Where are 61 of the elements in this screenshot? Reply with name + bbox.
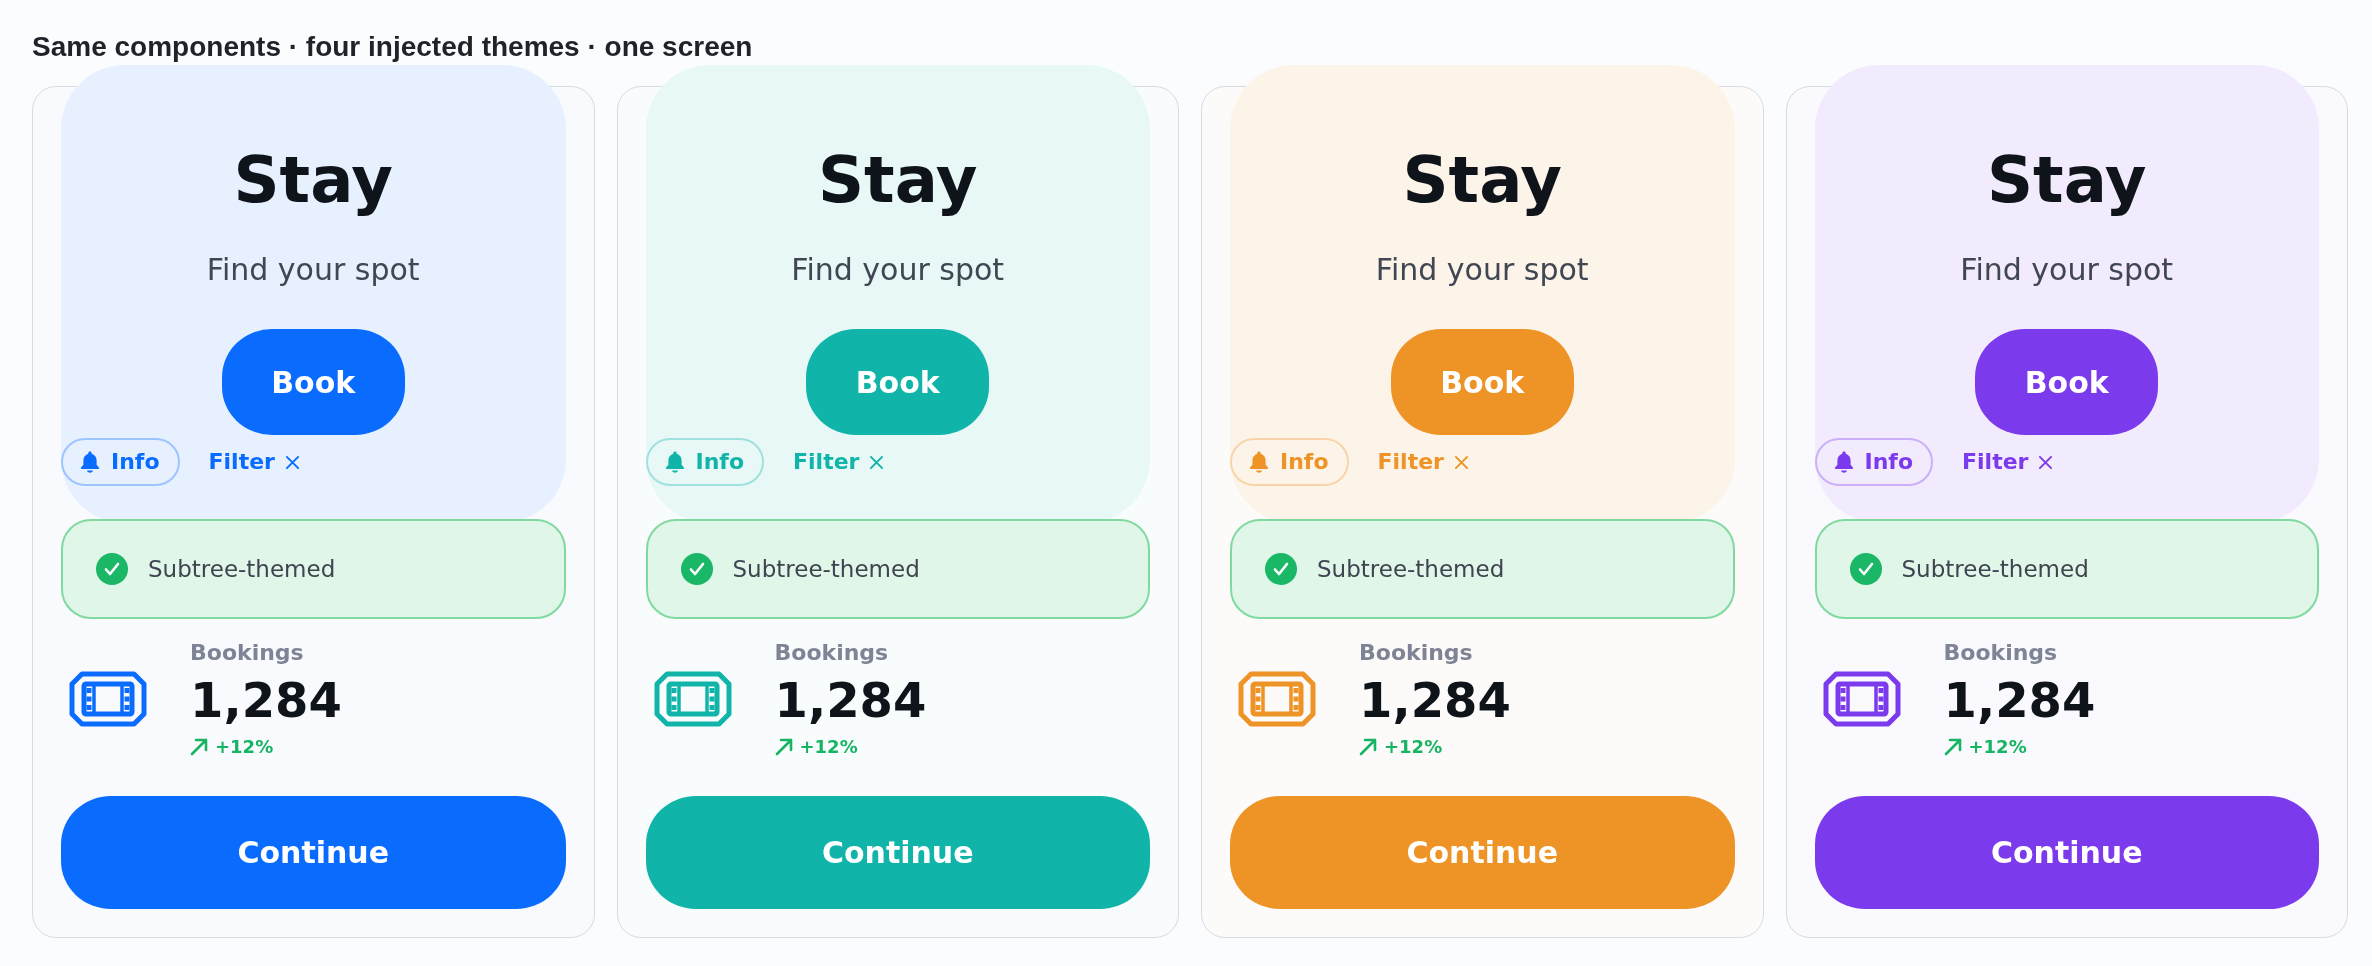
status-text: Subtree-themed bbox=[1901, 556, 2089, 582]
bell-icon bbox=[1832, 450, 1855, 474]
trend-up-icon bbox=[1943, 738, 1962, 756]
filter-chip[interactable]: Filter bbox=[1962, 449, 2054, 475]
info-chip[interactable]: Info bbox=[1230, 438, 1349, 486]
trend-up-icon bbox=[190, 738, 208, 756]
check-circle-icon bbox=[96, 553, 128, 585]
check-circle-icon bbox=[1265, 553, 1297, 585]
book-button[interactable]: Book bbox=[806, 329, 990, 435]
continue-button[interactable]: Continue bbox=[61, 796, 566, 909]
hero-subtitle: Find your spot bbox=[1375, 252, 1589, 288]
stat-label: Bookings bbox=[1943, 640, 2058, 666]
check-circle-icon bbox=[680, 553, 713, 585]
stat-label: Bookings bbox=[190, 640, 304, 666]
hero-title: Stay bbox=[233, 142, 394, 218]
trend-up-icon bbox=[1359, 738, 1377, 756]
book-button[interactable]: Book bbox=[221, 329, 405, 435]
filter-chip[interactable]: Filter bbox=[1377, 449, 1469, 475]
continue-button[interactable]: Continue bbox=[1230, 796, 1735, 909]
film-ticket-icon bbox=[653, 671, 732, 727]
filter-chip[interactable]: Filter bbox=[793, 449, 885, 475]
status-text: Subtree-themed bbox=[1317, 556, 1505, 582]
book-button[interactable]: Book bbox=[1390, 329, 1574, 435]
check-circle-icon bbox=[1849, 553, 1882, 585]
trend-up-icon bbox=[774, 738, 793, 756]
bell-icon bbox=[1248, 450, 1270, 474]
continue-button[interactable]: Continue bbox=[1814, 796, 2319, 909]
stat-value: 1,284 bbox=[1359, 672, 1511, 728]
book-button[interactable]: Book bbox=[1975, 329, 2159, 435]
info-chip[interactable]: Info bbox=[61, 438, 180, 486]
status-text: Subtree-themed bbox=[148, 556, 336, 582]
hero-title: Stay bbox=[1402, 142, 1563, 218]
film-ticket-icon bbox=[1822, 671, 1901, 727]
hero-subtitle: Find your spot bbox=[1960, 252, 2174, 288]
stat-change: +12% bbox=[1384, 736, 1443, 758]
hero-title: Stay bbox=[1986, 142, 2147, 218]
page-heading: Same components · four injected themes · one screen bbox=[32, 31, 753, 63]
hero-subtitle: Find your spot bbox=[791, 252, 1005, 288]
stat-value: 1,284 bbox=[190, 672, 342, 728]
bell-icon bbox=[663, 450, 686, 474]
film-ticket-icon bbox=[1238, 671, 1316, 727]
close-icon[interactable] bbox=[1453, 454, 1469, 470]
hero-subtitle: Find your spot bbox=[206, 252, 420, 288]
stat-change: +12% bbox=[1968, 736, 2027, 758]
close-icon[interactable] bbox=[2038, 454, 2054, 470]
stat-label: Bookings bbox=[1359, 640, 1473, 666]
continue-button[interactable]: Continue bbox=[645, 796, 1150, 909]
close-icon[interactable] bbox=[284, 454, 300, 470]
film-ticket-icon bbox=[69, 671, 147, 727]
filter-chip[interactable]: Filter bbox=[208, 449, 300, 475]
stat-change: +12% bbox=[799, 736, 858, 758]
stat-change: +12% bbox=[215, 736, 274, 758]
close-icon[interactable] bbox=[869, 454, 885, 470]
info-chip[interactable]: Info bbox=[645, 438, 765, 486]
info-chip[interactable]: Info bbox=[1814, 438, 1934, 486]
stat-value: 1,284 bbox=[774, 672, 927, 728]
stat-value: 1,284 bbox=[1943, 672, 2096, 728]
bell-icon bbox=[79, 450, 101, 474]
status-text: Subtree-themed bbox=[732, 556, 920, 582]
stat-label: Bookings bbox=[774, 640, 889, 666]
hero-title: Stay bbox=[817, 142, 978, 218]
